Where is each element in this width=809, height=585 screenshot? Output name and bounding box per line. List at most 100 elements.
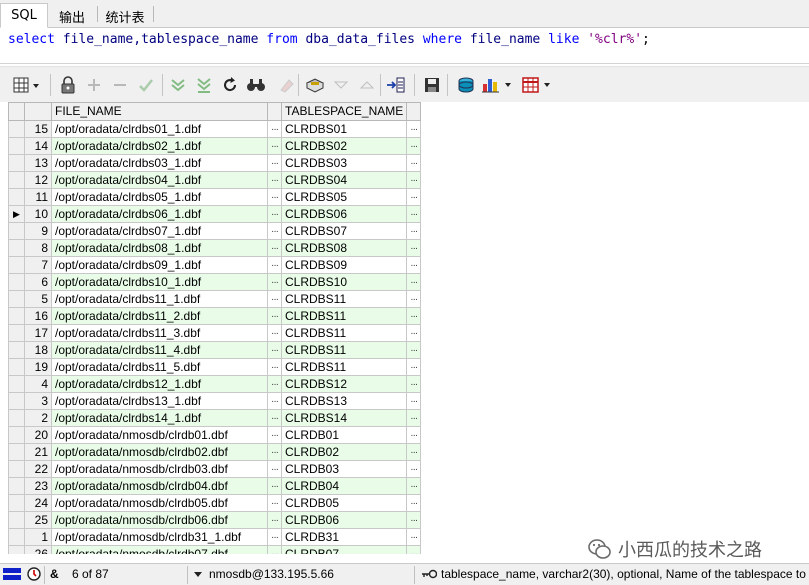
cell-edit-button[interactable]: ··· [406, 222, 422, 240]
sql-statement[interactable]: select file_name,tablespace_name from db… [8, 32, 650, 47]
tab-output[interactable]: 输出 [50, 3, 94, 28]
table-row[interactable]: 15/opt/oradata/clrdbs01_1.dbf ··· CLRDBS01… [8, 120, 422, 138]
cell-tablespace-name[interactable]: CLRDBS11 [280, 324, 408, 342]
cell-edit-button[interactable]: ··· [267, 477, 282, 495]
lock-icon[interactable] [58, 75, 78, 95]
cell-edit-button[interactable]: ··· [267, 324, 282, 342]
cell-file-name[interactable]: /opt/oradata/clrdbs01_1.dbf [51, 120, 268, 138]
cell-edit-button[interactable]: ··· [406, 477, 422, 495]
cell-edit-button[interactable]: ··· [267, 511, 282, 529]
cell-file-name[interactable]: /opt/oradata/clrdbs02_1.dbf [51, 137, 268, 155]
cell-file-name[interactable]: /opt/oradata/clrdbs07_1.dbf [51, 222, 268, 240]
cell-edit-button[interactable]: ··· [406, 375, 422, 393]
cell-tablespace-name[interactable]: CLRDB06 [280, 511, 408, 529]
cell-edit-button[interactable]: ··· [267, 256, 282, 274]
cell-edit-button[interactable]: ··· [406, 358, 422, 376]
cell-file-name[interactable]: /opt/oradata/clrdbs08_1.dbf [51, 239, 268, 257]
table-row[interactable]: 13/opt/oradata/clrdbs03_1.dbf ··· CLRDBS03… [8, 154, 422, 172]
grid-menu-icon[interactable] [12, 75, 42, 95]
table-view-icon[interactable] [522, 75, 556, 95]
table-row[interactable]: 17/opt/oradata/clrdbs11_3.dbf ··· CLRDBS11… [8, 324, 422, 342]
dropdown-arrow-icon[interactable] [193, 567, 203, 584]
cell-edit-button[interactable]: ··· [267, 239, 282, 257]
cell-edit-button[interactable]: ··· [406, 290, 422, 308]
cell-edit-button[interactable]: ··· [267, 154, 282, 172]
cell-file-name[interactable]: /opt/oradata/clrdbs14_1.dbf [51, 409, 268, 427]
find-icon[interactable] [246, 75, 266, 95]
cell-tablespace-name[interactable]: CLRDBS06 [280, 205, 408, 223]
cell-edit-button[interactable]: ··· [267, 120, 282, 138]
cell-edit-button[interactable]: ··· [267, 375, 282, 393]
cell-tablespace-name[interactable]: CLRDB04 [280, 477, 408, 495]
cell-edit-button[interactable]: ··· [406, 120, 422, 138]
cell-tablespace-name[interactable]: CLRDBS13 [280, 392, 408, 410]
cell-edit-button[interactable]: ··· [267, 341, 282, 359]
cell-edit-button[interactable]: ··· [406, 545, 422, 554]
cell-tablespace-name[interactable]: CLRDBS09 [280, 256, 408, 274]
cell-edit-button[interactable]: ··· [406, 273, 422, 291]
cell-file-name[interactable]: /opt/oradata/clrdbs11_3.dbf [51, 324, 268, 342]
table-row[interactable]: 25/opt/oradata/nmosdb/clrdb06.dbf ··· CLRD… [8, 511, 422, 529]
cell-file-name[interactable]: /opt/oradata/nmosdb/clrdb05.dbf [51, 494, 268, 512]
cell-tablespace-name[interactable]: CLRDBS10 [280, 273, 408, 291]
table-row[interactable]: 26/opt/oradata/nmosdb/clrdb07.dbf ··· CLRD… [8, 545, 422, 554]
cell-edit-button[interactable]: ··· [267, 205, 282, 223]
fetch-last-icon[interactable] [194, 75, 214, 95]
cell-file-name[interactable]: /opt/oradata/clrdbs12_1.dbf [51, 375, 268, 393]
cell-edit-button[interactable]: ··· [267, 273, 282, 291]
cell-edit-button[interactable]: ··· [406, 137, 422, 155]
cell-file-name[interactable]: /opt/oradata/clrdbs11_4.dbf [51, 341, 268, 359]
table-row[interactable]: 5/opt/oradata/clrdbs11_1.dbf ··· CLRDBS11 ·… [8, 290, 422, 308]
cell-edit-button[interactable]: ··· [406, 171, 422, 189]
cell-tablespace-name[interactable]: CLRDBS04 [280, 171, 408, 189]
cell-file-name[interactable]: /opt/oradata/clrdbs05_1.dbf [51, 188, 268, 206]
table-row[interactable]: 16/opt/oradata/clrdbs11_2.dbf ··· CLRDBS11… [8, 307, 422, 325]
cell-file-name[interactable]: /opt/oradata/clrdbs10_1.dbf [51, 273, 268, 291]
cell-tablespace-name[interactable]: CLRDB31 [280, 528, 408, 546]
table-row[interactable]: 7/opt/oradata/clrdbs09_1.dbf ··· CLRDBS09 ·… [8, 256, 422, 274]
cell-edit-button[interactable]: ··· [406, 460, 422, 478]
table-row[interactable]: 8/opt/oradata/clrdbs08_1.dbf ··· CLRDBS08 ·… [8, 239, 422, 257]
cell-tablespace-name[interactable]: CLRDB02 [280, 443, 408, 461]
autocommit-icon[interactable] [27, 567, 41, 584]
cell-tablespace-name[interactable]: CLRDB05 [280, 494, 408, 512]
cell-tablespace-name[interactable]: CLRDB01 [280, 426, 408, 444]
cell-tablespace-name[interactable]: CLRDBS02 [280, 137, 408, 155]
save-icon[interactable] [422, 75, 442, 95]
table-row[interactable]: 1/opt/oradata/nmosdb/clrdb31_1.dbf ··· CLR… [8, 528, 422, 546]
cell-edit-button[interactable]: ··· [267, 545, 282, 554]
cell-edit-button[interactable]: ··· [267, 358, 282, 376]
cell-file-name[interactable]: /opt/oradata/nmosdb/clrdb06.dbf [51, 511, 268, 529]
table-row[interactable]: 19/opt/oradata/clrdbs11_5.dbf ··· CLRDBS11… [8, 358, 422, 376]
cell-file-name[interactable]: /opt/oradata/clrdbs03_1.dbf [51, 154, 268, 172]
cell-edit-button[interactable]: ··· [406, 511, 422, 529]
cell-tablespace-name[interactable]: CLRDBS11 [280, 341, 408, 359]
table-row[interactable]: ▶ 10/opt/oradata/clrdbs06_1.dbf ··· CLRDBS0… [8, 205, 422, 223]
column-header-file-name[interactable]: FILE_NAME [51, 102, 268, 121]
cell-edit-button[interactable]: ··· [406, 443, 422, 461]
cell-file-name[interactable]: /opt/oradata/nmosdb/clrdb02.dbf [51, 443, 268, 461]
cell-edit-button[interactable]: ··· [406, 324, 422, 342]
cell-edit-button[interactable]: ··· [406, 307, 422, 325]
refresh-icon[interactable] [220, 75, 240, 95]
table-row[interactable]: 2/opt/oradata/clrdbs14_1.dbf ··· CLRDBS14 ·… [8, 409, 422, 427]
cell-tablespace-name[interactable]: CLRDBS07 [280, 222, 408, 240]
post-check-icon[interactable] [136, 75, 156, 95]
table-row[interactable]: 6/opt/oradata/clrdbs10_1.dbf ··· CLRDBS10 ·… [8, 273, 422, 291]
cell-file-name[interactable]: /opt/oradata/clrdbs11_5.dbf [51, 358, 268, 376]
table-row[interactable]: 3/opt/oradata/clrdbs13_1.dbf ··· CLRDBS13 ·… [8, 392, 422, 410]
export-icon[interactable] [386, 75, 406, 95]
cell-tablespace-name[interactable]: CLRDBS03 [280, 154, 408, 172]
add-row-icon[interactable] [84, 75, 104, 95]
cell-edit-button[interactable]: ··· [267, 222, 282, 240]
cell-tablespace-name[interactable]: CLRDBS11 [280, 290, 408, 308]
cell-edit-button[interactable]: ··· [267, 460, 282, 478]
cell-edit-button[interactable]: ··· [267, 409, 282, 427]
cell-edit-button[interactable]: ··· [267, 188, 282, 206]
cell-edit-button[interactable]: ··· [406, 528, 422, 546]
cell-edit-button[interactable]: ··· [406, 409, 422, 427]
cell-edit-button[interactable]: ··· [406, 426, 422, 444]
chart-icon[interactable] [482, 75, 516, 95]
cell-tablespace-name[interactable]: CLRDBS12 [280, 375, 408, 393]
cell-edit-button[interactable]: ··· [267, 171, 282, 189]
